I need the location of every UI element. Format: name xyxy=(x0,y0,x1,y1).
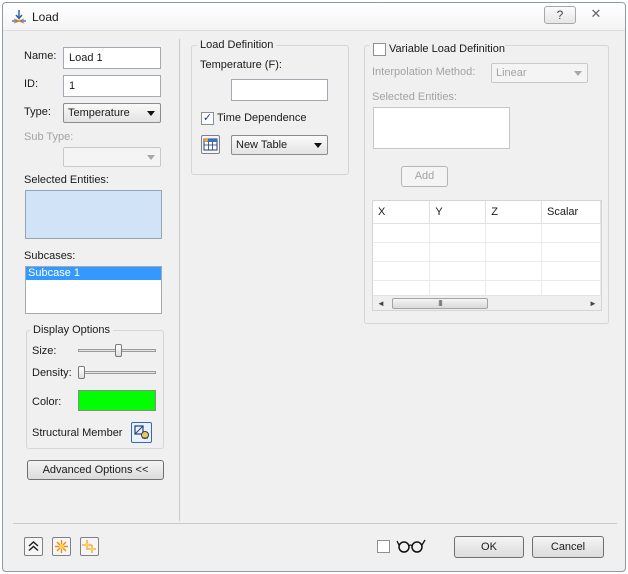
close-button[interactable]: ✕ xyxy=(580,6,612,24)
highlight-all-button[interactable] xyxy=(80,537,99,556)
id-input[interactable]: 1 xyxy=(63,75,161,97)
table-editor-button[interactable] xyxy=(201,135,220,154)
chevron-down-icon xyxy=(314,143,322,148)
horizontal-scrollbar[interactable]: ◄ III ► xyxy=(373,295,601,310)
multi-sparkle-icon xyxy=(82,540,96,553)
subcase-item[interactable]: Subcase 1 xyxy=(26,267,161,280)
time-dependence-label: Time Dependence xyxy=(217,112,307,124)
name-input[interactable]: Load 1 xyxy=(63,47,161,69)
id-label: ID: xyxy=(24,78,39,90)
variable-load-label: Variable Load Definition xyxy=(389,43,505,55)
window-title: Load xyxy=(32,10,59,24)
advanced-options-button[interactable]: Advanced Options << xyxy=(27,460,164,480)
interpolation-label: Interpolation Method: xyxy=(372,66,476,78)
color-swatch[interactable] xyxy=(78,390,156,411)
table-cell[interactable] xyxy=(373,223,431,243)
cancel-button[interactable]: Cancel xyxy=(532,536,604,558)
glasses-icon[interactable] xyxy=(396,538,426,554)
subtype-dropdown[interactable] xyxy=(63,147,161,167)
checkmark-icon: ✓ xyxy=(202,112,213,124)
subcases-list[interactable]: Subcase 1 xyxy=(25,266,162,314)
title-bar: Load ? ✕ xyxy=(3,3,625,31)
temperature-label: Temperature (F): xyxy=(200,59,282,71)
variable-load-checkbox[interactable] xyxy=(373,43,386,56)
table-cell[interactable] xyxy=(485,223,543,243)
table-cell[interactable] xyxy=(429,242,487,262)
name-label: Name: xyxy=(24,50,57,62)
interpolation-dropdown-value: Linear xyxy=(496,67,527,79)
load-icon xyxy=(12,10,26,24)
table-cell[interactable] xyxy=(373,242,431,262)
subcases-label: Subcases: xyxy=(24,250,76,262)
density-slider[interactable] xyxy=(78,366,85,379)
density-slider-track xyxy=(78,371,156,374)
variable-table: X Y Z Scalar xyxy=(373,201,601,300)
temperature-input[interactable] xyxy=(231,79,328,101)
selected-entities-label: Selected Entities: xyxy=(24,174,109,186)
footer-separator xyxy=(13,523,617,524)
table-cell[interactable] xyxy=(485,242,543,262)
table-cell[interactable] xyxy=(541,261,601,281)
type-label: Type: xyxy=(24,106,51,118)
load-definition-title: Load Definition xyxy=(197,39,277,51)
column-header-z[interactable]: Z xyxy=(485,201,543,224)
column-header-scalar[interactable]: Scalar xyxy=(541,201,601,224)
table-cell[interactable] xyxy=(485,261,543,281)
review-checkbox[interactable] xyxy=(377,540,390,553)
interpolation-dropdown[interactable]: Linear xyxy=(491,63,588,83)
table-cell[interactable] xyxy=(429,261,487,281)
table-dropdown-value: New Table xyxy=(236,139,288,151)
chevron-down-icon xyxy=(574,71,582,76)
scroll-right-icon[interactable]: ► xyxy=(589,299,597,308)
table-row[interactable] xyxy=(373,223,601,243)
scroll-left-icon[interactable]: ◄ xyxy=(377,299,385,308)
table-cell[interactable] xyxy=(541,223,601,243)
variable-table-container: X Y Z Scalar ◄ III ► xyxy=(372,200,602,311)
structural-member-label: Structural Member xyxy=(32,427,123,439)
size-slider[interactable] xyxy=(114,344,122,357)
column-separator xyxy=(179,39,180,521)
chevron-down-icon xyxy=(147,155,155,160)
type-dropdown[interactable]: Temperature xyxy=(63,103,161,123)
color-label: Color: xyxy=(32,396,62,408)
load-dialog: Load ? ✕ Name: Load 1 ID: 1 Type: Temper… xyxy=(2,2,626,572)
variable-selected-entities-label: Selected Entities: xyxy=(372,91,457,103)
selected-entities-box[interactable] xyxy=(25,190,162,239)
sparkle-icon xyxy=(55,540,68,553)
chevron-down-icon xyxy=(147,111,155,116)
highlight-button[interactable] xyxy=(52,537,71,556)
help-button[interactable]: ? xyxy=(544,6,576,24)
table-row[interactable] xyxy=(373,242,601,262)
subtype-label: Sub Type: xyxy=(24,131,74,143)
table-cell[interactable] xyxy=(429,223,487,243)
density-label: Density: xyxy=(32,367,72,379)
size-label: Size: xyxy=(32,345,57,357)
variable-selected-entities-box[interactable] xyxy=(373,107,510,149)
table-cell[interactable] xyxy=(541,242,601,262)
variable-table-body xyxy=(373,223,601,300)
column-header-x[interactable]: X xyxy=(373,201,431,224)
column-header-y[interactable]: Y xyxy=(429,201,487,224)
double-chevron-up-icon xyxy=(28,540,39,552)
time-dependence-checkbox[interactable]: ✓ xyxy=(201,112,214,125)
table-dropdown[interactable]: New Table xyxy=(231,135,328,155)
scroll-thumb[interactable]: III xyxy=(392,298,488,309)
add-button[interactable]: Add xyxy=(401,166,448,187)
collapse-button[interactable] xyxy=(24,537,43,556)
structural-member-button[interactable] xyxy=(131,422,152,443)
table-icon xyxy=(203,138,218,151)
ok-button[interactable]: OK xyxy=(454,536,524,558)
table-row[interactable] xyxy=(373,261,601,281)
type-dropdown-value: Temperature xyxy=(68,107,130,119)
structural-member-icon xyxy=(134,425,149,439)
table-cell[interactable] xyxy=(373,261,431,281)
display-options-title: Display Options xyxy=(30,324,114,336)
